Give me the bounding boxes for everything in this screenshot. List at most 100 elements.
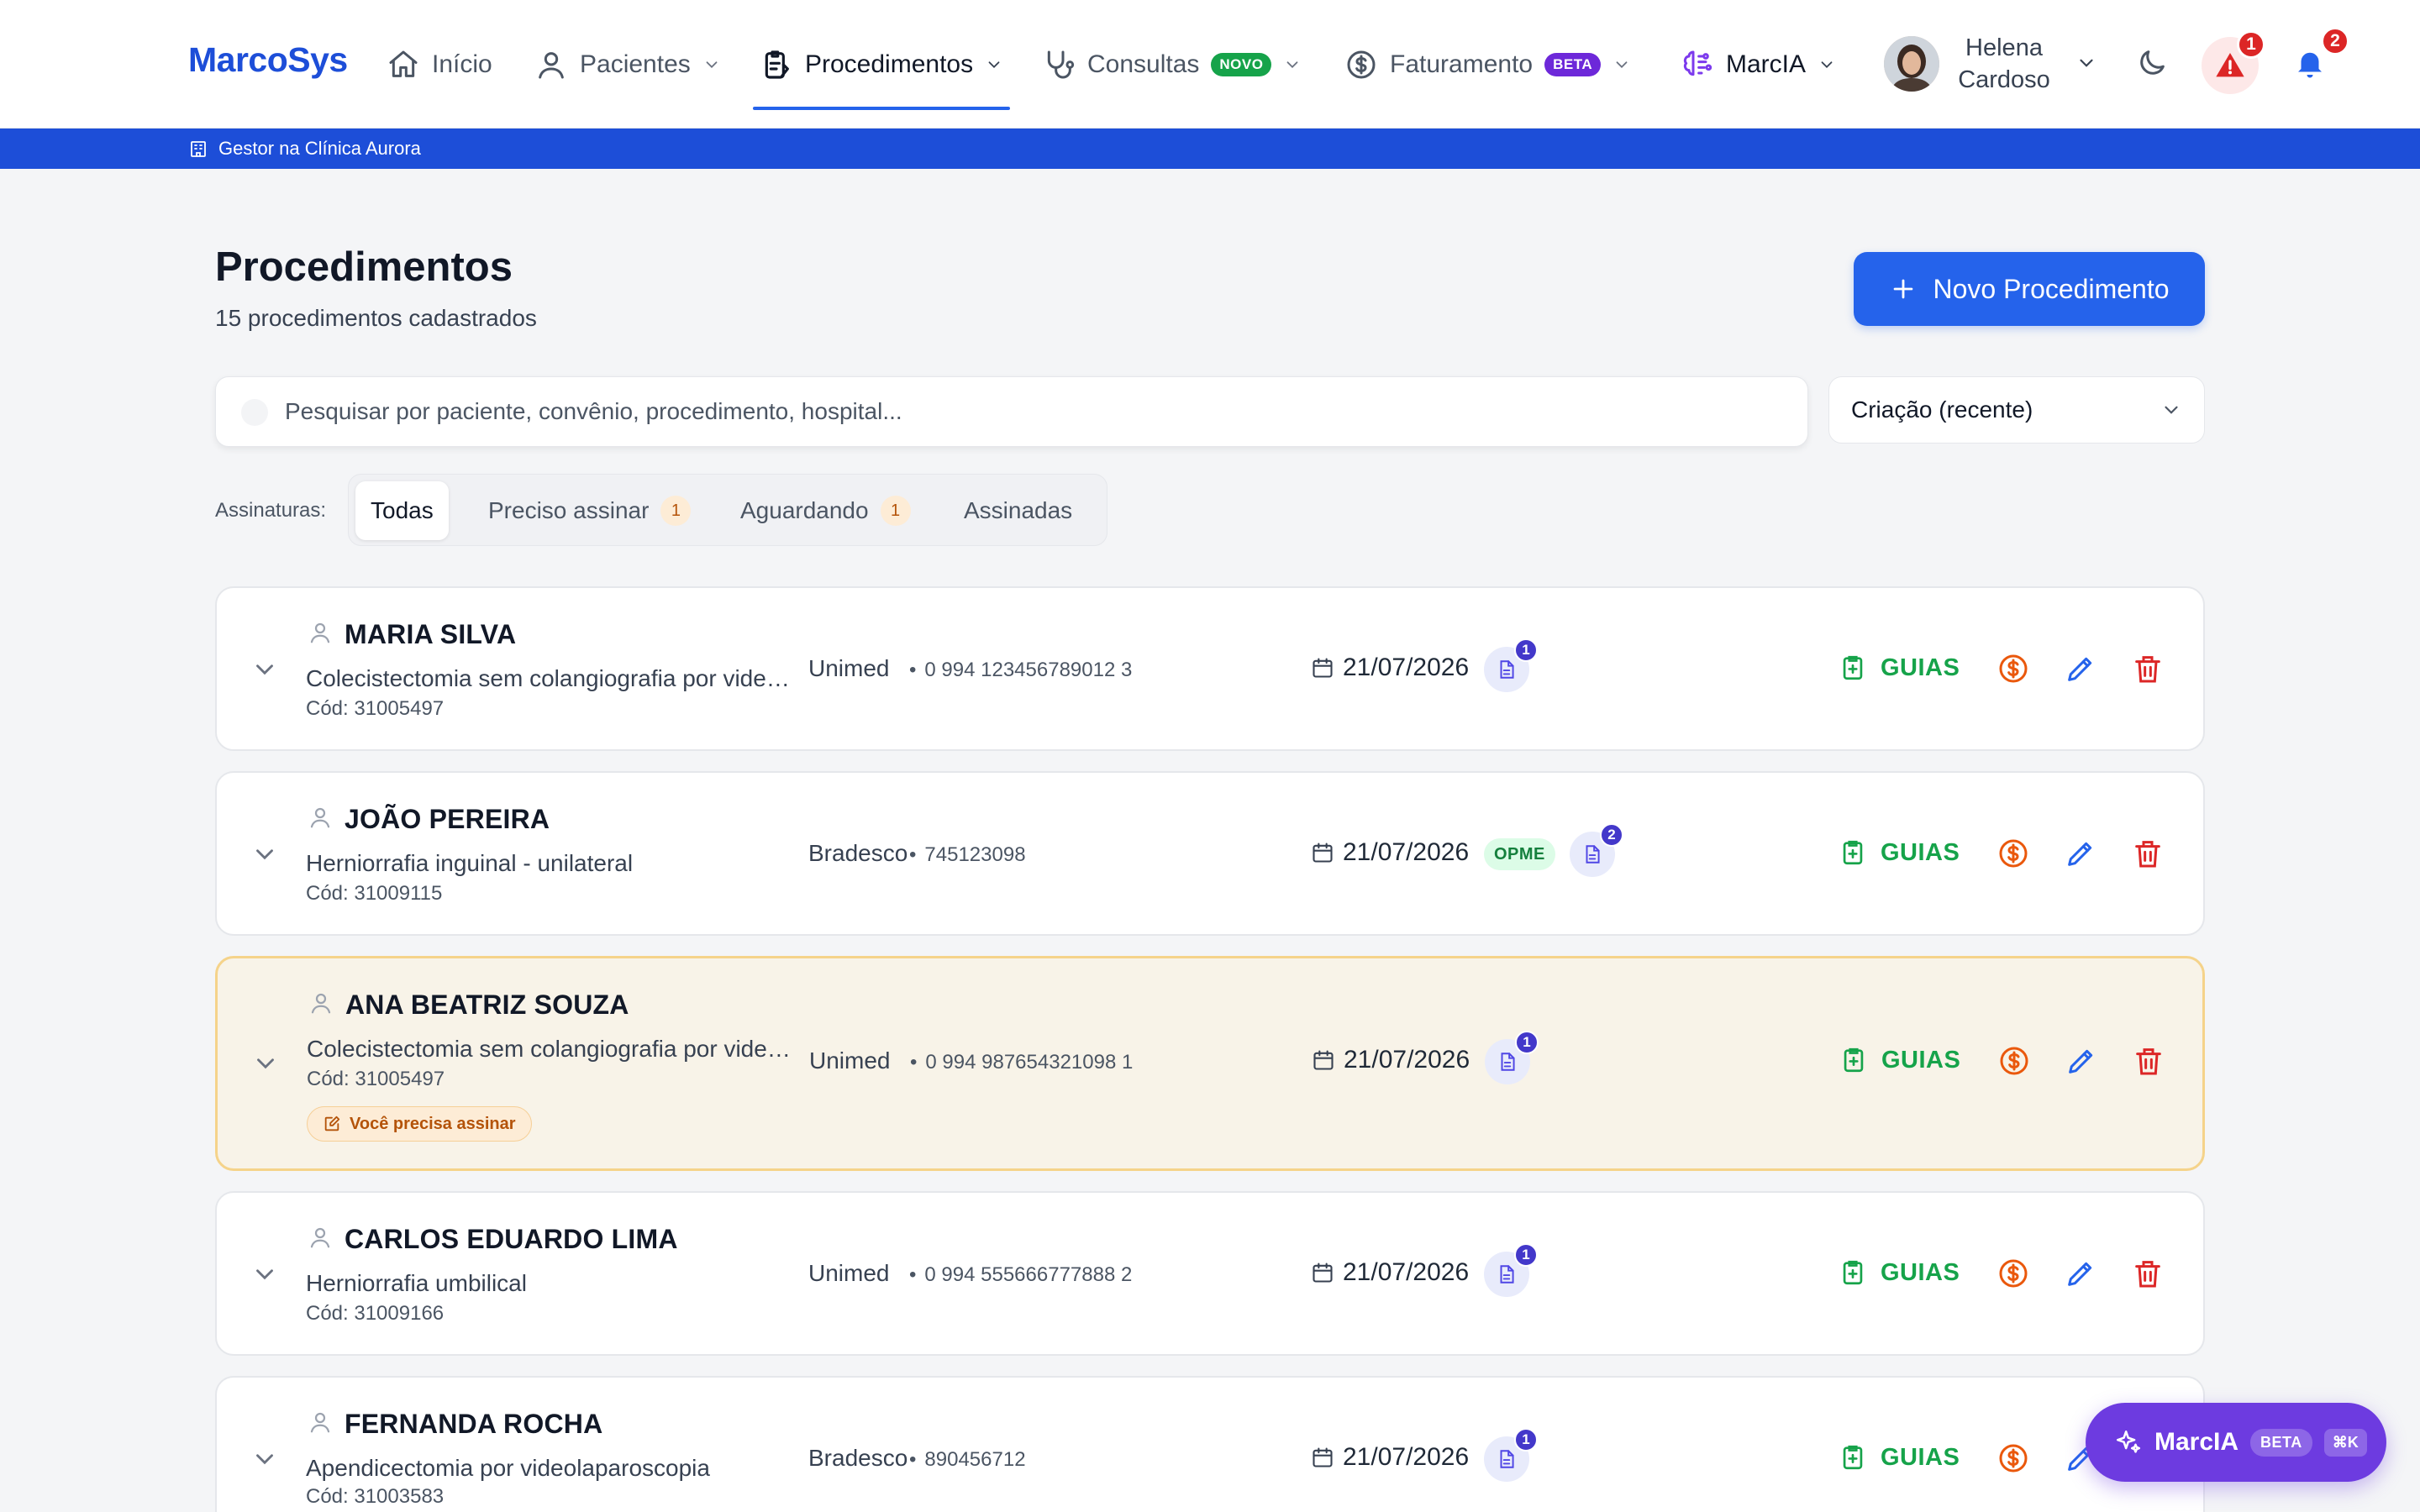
chevron-down-icon[interactable] — [250, 655, 279, 684]
clipboard-plus-icon — [1844, 1047, 1864, 1073]
signature-required-tag[interactable]: Você precisa assinar — [307, 1106, 532, 1142]
avatar[interactable] — [1884, 36, 1939, 92]
tab-preciso-assinar[interactable]: Preciso assinar 1 — [473, 481, 706, 540]
billing-icon[interactable] — [1996, 652, 2030, 685]
chevron-down-icon[interactable] — [251, 1049, 280, 1078]
chevron-down-icon[interactable] — [250, 840, 279, 869]
tab-aguardando[interactable]: Aguardando 1 — [725, 481, 926, 540]
guias-label: GUIAS — [1881, 1258, 1960, 1286]
notifications-button[interactable]: 2 — [2287, 27, 2349, 86]
procedure-card[interactable]: CARLOS EDUARDO LIMA Herniorrafia umbilic… — [215, 1191, 2205, 1356]
nav-consultas-label: Consultas — [1087, 50, 1200, 78]
calendar-icon — [1313, 658, 1333, 678]
billing-icon[interactable] — [1997, 1044, 2031, 1078]
guias-button[interactable]: GUIAS — [1839, 1258, 1960, 1287]
tab-assinadas[interactable]: Assinadas — [949, 481, 1087, 540]
calendar-icon — [1313, 1447, 1333, 1467]
new-procedure-button[interactable]: Novo Procedimento — [1854, 252, 2205, 326]
patient-name: FERNANDA ROCHA — [345, 1409, 603, 1439]
bell-icon — [2298, 52, 2322, 78]
procedure-card[interactable]: ANA BEATRIZ SOUZA Colecistectomia sem co… — [215, 956, 2205, 1171]
document-icon — [1500, 1265, 1514, 1284]
date-value: 21/07/2026 — [1343, 1443, 1470, 1471]
guias-button[interactable]: GUIAS — [1839, 654, 1960, 682]
chevron-down-icon[interactable] — [250, 1445, 279, 1473]
procedure-card[interactable]: JOÃO PEREIRA Herniorrafia inguinal - uni… — [215, 771, 2205, 936]
calendar-icon — [1313, 1050, 1334, 1070]
user-menu[interactable]: Helena Cardoso — [1949, 32, 2059, 96]
billing-icon[interactable] — [1996, 837, 2030, 870]
tab-todas[interactable]: Todas — [355, 481, 449, 540]
procedure-date: 21/07/2026 — [1312, 1046, 1470, 1074]
procedure-description: Colecistectomia sem colangiografia por v… — [306, 665, 797, 691]
search-input[interactable] — [216, 377, 1807, 446]
nav-procedimentos[interactable]: Procedimentos — [752, 0, 1011, 129]
chevron-down-icon — [706, 60, 718, 68]
documents-button[interactable]: 2 — [1570, 823, 1623, 877]
guias-button[interactable]: GUIAS — [1839, 1443, 1960, 1472]
moon-icon — [2140, 50, 2165, 75]
nav-faturamento-label: Faturamento — [1390, 50, 1534, 78]
procedure-code: Cód: 31003583 — [306, 1485, 445, 1508]
documents-button[interactable]: 1 — [1485, 1031, 1539, 1084]
insurer-name: Unimed — [809, 1047, 891, 1074]
nav-consultas[interactable]: Consultas NOVO — [1042, 0, 1302, 129]
trash-icon[interactable] — [2131, 652, 2165, 685]
patient-name: MARIA SILVA — [345, 619, 517, 649]
alerts-count-badge: 1 — [2237, 30, 2265, 59]
documents-button[interactable]: 1 — [1484, 638, 1538, 692]
procedure-description: Herniorrafia inguinal - unilateral — [306, 850, 634, 876]
edit-icon[interactable] — [2064, 652, 2097, 685]
procedure-code: Cód: 31009166 — [306, 1302, 445, 1325]
nav-faturamento[interactable]: Faturamento BETA — [1344, 0, 1631, 129]
insurance-card-number: 0 994 555666777888 2 — [909, 1263, 1132, 1287]
new-procedure-label: Novo Procedimento — [1933, 273, 2170, 304]
edit-icon[interactable] — [2064, 837, 2097, 870]
documents-button[interactable]: 1 — [1484, 1428, 1538, 1482]
billing-icon[interactable] — [1996, 1441, 2030, 1475]
marcia-assistant-button[interactable]: MarcIA BETA ⌘K — [2086, 1403, 2386, 1482]
edit-icon[interactable] — [2064, 1257, 2097, 1290]
calendar-icon — [1313, 1263, 1333, 1283]
nav-pacientes[interactable]: Pacientes — [534, 0, 721, 129]
user-icon — [539, 51, 564, 78]
billing-icon[interactable] — [1996, 1257, 2030, 1290]
procedure-date: 21/07/2026 — [1311, 838, 1469, 867]
chevron-down-icon — [1821, 60, 1833, 68]
theme-toggle[interactable] — [2133, 44, 2171, 82]
insurer-name: Bradesco — [808, 1445, 908, 1471]
top-navbar: MarcoSys Início Pacientes Procedimentos … — [0, 0, 2420, 129]
documents-count-badge: 1 — [1514, 1428, 1538, 1452]
guias-button[interactable]: GUIAS — [1839, 838, 1960, 867]
documents-button[interactable]: 1 — [1484, 1243, 1538, 1297]
nav-marcia-label: MarcIA — [1726, 50, 1807, 78]
procedure-description: Colecistectomia sem colangiografia por v… — [307, 1036, 797, 1062]
alerts-button[interactable]: 1 — [2202, 30, 2265, 94]
clipboard-plus-icon — [1843, 1445, 1863, 1470]
tab-label: Assinadas — [964, 497, 1073, 523]
sort-select[interactable]: Criação (recente) — [1828, 376, 2205, 444]
nav-inicio[interactable]: Início — [387, 0, 492, 129]
edit-icon[interactable] — [2065, 1044, 2098, 1078]
document-icon — [1586, 845, 1600, 864]
person-icon — [310, 807, 330, 828]
trash-icon[interactable] — [2131, 1257, 2165, 1290]
notifications-count-badge: 2 — [2321, 27, 2349, 55]
nav-procedimentos-label: Procedimentos — [805, 50, 974, 78]
procedure-card[interactable]: MARIA SILVA Colecistectomia sem colangio… — [215, 586, 2205, 751]
home-icon — [389, 50, 418, 77]
trash-icon[interactable] — [2131, 837, 2165, 870]
user-menu-toggle[interactable] — [2072, 49, 2101, 77]
patient-name: JOÃO PEREIRA — [345, 804, 550, 834]
brain-icon — [1683, 50, 1712, 76]
guias-button[interactable]: GUIAS — [1839, 1046, 1960, 1074]
app-logo[interactable]: MarcoSys — [188, 40, 348, 80]
signature-required-label: Você precisa assinar — [350, 1114, 516, 1133]
trash-icon[interactable] — [2132, 1044, 2165, 1078]
chevron-down-icon[interactable] — [250, 1260, 279, 1289]
nav-marcia[interactable]: MarcIA — [1681, 0, 1836, 129]
date-value: 21/07/2026 — [1343, 654, 1470, 681]
procedure-card[interactable]: FERNANDA ROCHA Apendicectomia por videol… — [215, 1376, 2205, 1512]
building-icon — [191, 141, 206, 157]
tab-count-badge: 1 — [660, 496, 692, 526]
